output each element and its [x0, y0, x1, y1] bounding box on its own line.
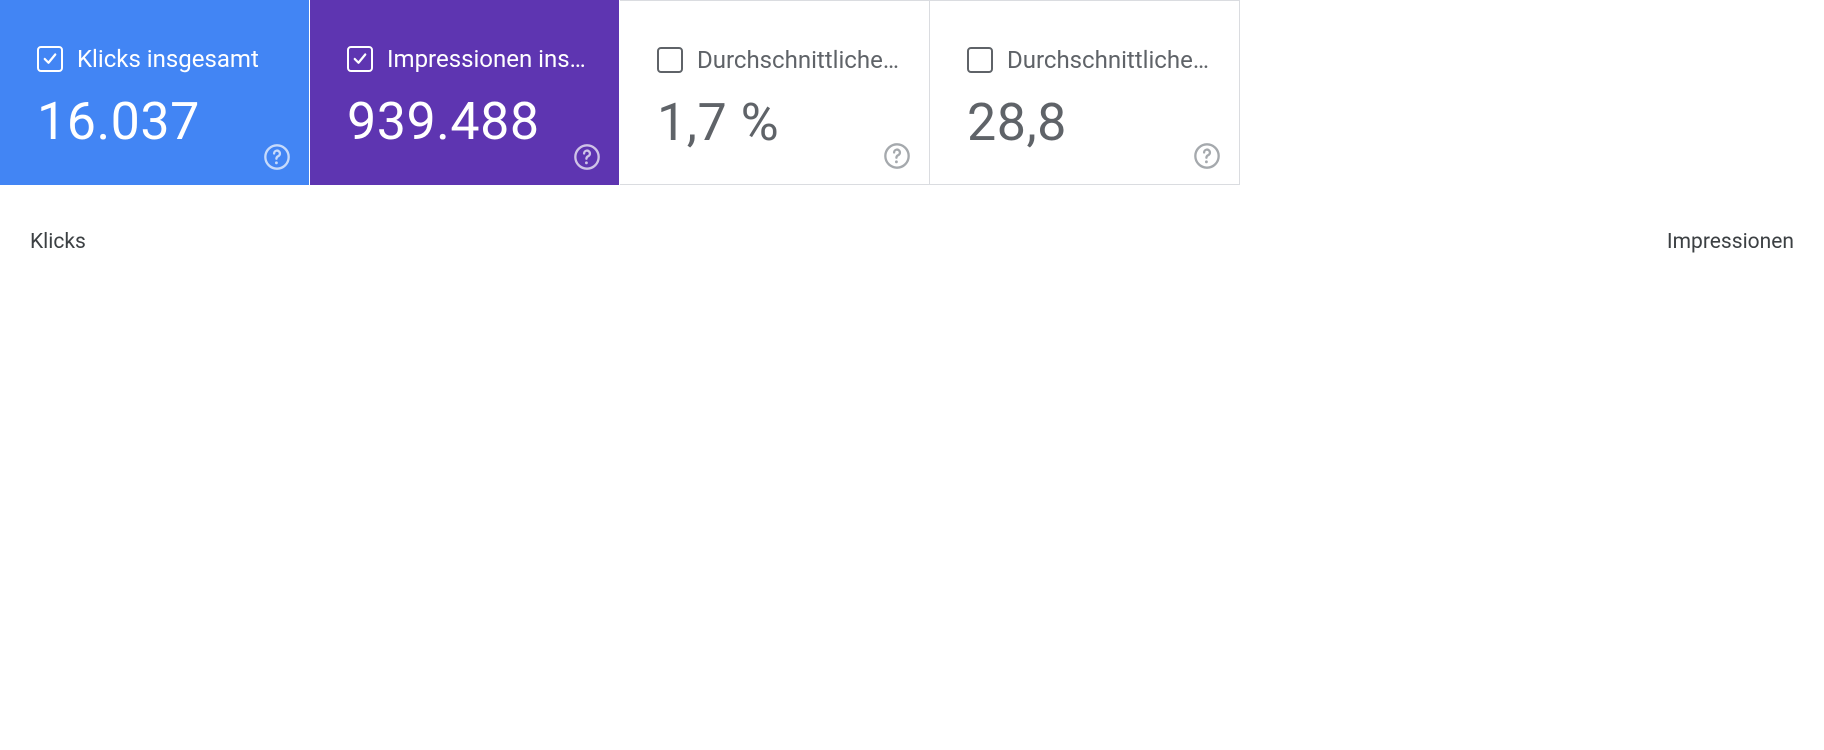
card-value: 939.488	[347, 91, 595, 152]
card-value: 28,8	[967, 92, 1215, 153]
performance-chart: Klicks Impressionen	[0, 230, 1824, 590]
help-icon[interactable]	[573, 143, 601, 171]
checkbox-unchecked-icon	[967, 47, 993, 73]
card-clicks[interactable]: Klicks insgesamt 16.037	[0, 0, 310, 185]
card-value: 16.037	[37, 91, 285, 152]
card-ctr[interactable]: Durchschnittliche… 1,7 %	[620, 0, 930, 185]
card-value: 1,7 %	[657, 92, 905, 153]
card-impressions[interactable]: Impressionen ins… 939.488	[310, 0, 620, 185]
y-left-title: Klicks	[30, 230, 86, 254]
card-position[interactable]: Durchschnittliche… 28,8	[930, 0, 1240, 185]
help-icon[interactable]	[1193, 142, 1221, 170]
checkbox-checked-icon	[347, 46, 373, 72]
help-icon[interactable]	[883, 142, 911, 170]
card-label: Durchschnittliche…	[1007, 46, 1209, 74]
help-icon[interactable]	[263, 143, 291, 171]
line-chart[interactable]	[30, 230, 1800, 590]
checkbox-unchecked-icon	[657, 47, 683, 73]
card-label: Impressionen ins…	[387, 45, 586, 73]
card-label: Klicks insgesamt	[77, 45, 259, 73]
card-label: Durchschnittliche…	[697, 46, 899, 74]
checkbox-checked-icon	[37, 46, 63, 72]
y-right-title: Impressionen	[1667, 230, 1794, 254]
